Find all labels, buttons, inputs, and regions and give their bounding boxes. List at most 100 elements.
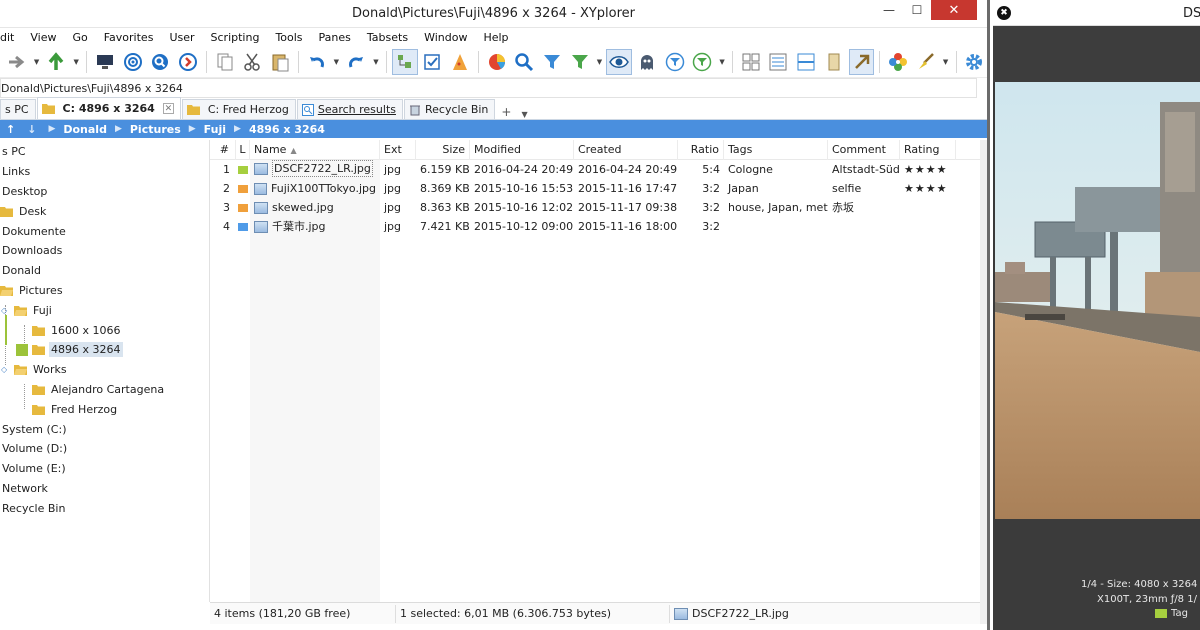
- column-header-rating[interactable]: Rating: [900, 139, 956, 160]
- circle-green-filter-icon[interactable]: [689, 49, 715, 75]
- tree-item-fuji[interactable]: ◇ Fuji: [0, 300, 209, 320]
- folder-tree[interactable]: s PC Links Desktop Desk Dokumente Downlo…: [0, 140, 210, 602]
- computer-icon[interactable]: [92, 49, 118, 75]
- tree-item-downloads[interactable]: Downloads: [0, 241, 209, 261]
- tree-item-links[interactable]: Links: [0, 162, 209, 182]
- tree-item-desktop[interactable]: Desktop: [0, 182, 209, 202]
- filter-icon[interactable]: [539, 49, 565, 75]
- column-header-comment[interactable]: Comment: [828, 139, 900, 160]
- preview-image[interactable]: [995, 82, 1200, 519]
- copy-icon[interactable]: [212, 49, 238, 75]
- minimize-button[interactable]: —: [875, 0, 903, 20]
- add-tab-button[interactable]: +: [496, 105, 516, 119]
- breadcrumb-segment[interactable]: Pictures: [128, 123, 183, 136]
- breadcrumb-segment[interactable]: 4896 x 3264: [247, 123, 327, 136]
- broom-dropdown-icon[interactable]: ▼: [941, 49, 951, 75]
- menu-help[interactable]: Help: [475, 31, 516, 44]
- menu-user[interactable]: User: [161, 31, 202, 44]
- eye-icon[interactable]: [606, 48, 633, 75]
- menu-scripting[interactable]: Scripting: [203, 31, 268, 44]
- tree-item-4896x3264[interactable]: 4896 x 3264: [0, 340, 209, 360]
- column-header-ext[interactable]: Ext: [380, 139, 416, 160]
- go-icon[interactable]: [175, 49, 201, 75]
- file-name[interactable]: skewed.jpg: [272, 198, 334, 217]
- details-view-icon[interactable]: [766, 49, 792, 75]
- breadcrumb-segment[interactable]: Donald: [61, 123, 109, 136]
- filter-dropdown-icon[interactable]: ▼: [595, 49, 605, 75]
- menu-tools[interactable]: Tools: [267, 31, 310, 44]
- dual-pane-icon[interactable]: [793, 49, 819, 75]
- target-icon[interactable]: [120, 49, 146, 75]
- table-row[interactable]: 4 千葉市.jpg jpg 7.421 KB 2015-10-12 09:00:36 20…: [210, 217, 980, 236]
- up-arrow-icon[interactable]: [44, 49, 70, 75]
- circle-filter-dropdown-icon[interactable]: ▼: [717, 49, 727, 75]
- tab-recycle-bin[interactable]: Recycle Bin: [403, 99, 496, 119]
- breadcrumb-chevron-icon[interactable]: ▶: [109, 124, 128, 134]
- column-header-index[interactable]: #: [210, 139, 236, 160]
- tab-search-results[interactable]: Search results: [296, 99, 403, 119]
- table-row[interactable]: 1 DSCF2722_LR.jpg jpg 6.159 KB 2016-04-24 20…: [210, 160, 980, 179]
- column-header-size[interactable]: Size: [416, 139, 470, 160]
- address-bar[interactable]: Donald\Pictures\Fuji\4896 x 3264: [0, 78, 977, 98]
- tree-item-dokumente[interactable]: Dokumente: [0, 221, 209, 241]
- close-button[interactable]: ✕: [931, 0, 977, 20]
- menu-favorites[interactable]: Favorites: [96, 31, 162, 44]
- gear-icon[interactable]: [962, 49, 987, 75]
- tree-item-desk[interactable]: Desk: [0, 201, 209, 221]
- tree-toggle-icon[interactable]: [391, 48, 418, 75]
- highlight-icon[interactable]: [447, 49, 473, 75]
- tree-item-system-c[interactable]: System (C:): [0, 419, 209, 439]
- up-arrow-icon[interactable]: ↑: [0, 123, 21, 136]
- menu-panes[interactable]: Panes: [311, 31, 359, 44]
- tree-item-fred-herzog[interactable]: Fred Herzog: [0, 399, 209, 419]
- column-header-created[interactable]: Created: [574, 139, 678, 160]
- tree-item-volume-d[interactable]: Volume (D:): [0, 439, 209, 459]
- file-name[interactable]: 千葉市.jpg: [272, 217, 326, 236]
- table-row[interactable]: 3 skewed.jpg jpg 8.363 KB 2015-10-16 12:02:4…: [210, 198, 980, 217]
- column-header-modified[interactable]: Modified: [470, 139, 574, 160]
- paste-icon[interactable]: [267, 49, 293, 75]
- find-icon[interactable]: [147, 49, 173, 75]
- tree-item-this-pc[interactable]: s PC: [0, 142, 209, 162]
- preview-pane-icon[interactable]: [821, 49, 847, 75]
- breadcrumb-chevron-icon[interactable]: ▶: [183, 124, 202, 134]
- file-name[interactable]: DSCF2722_LR.jpg: [272, 160, 373, 177]
- checkbox-icon[interactable]: [420, 49, 446, 75]
- hand-icon[interactable]: [848, 48, 875, 75]
- tree-item-volume-e[interactable]: Volume (E:): [0, 459, 209, 479]
- menu-edit[interactable]: dit: [0, 31, 22, 44]
- undo-dropdown-icon[interactable]: ▼: [331, 49, 341, 75]
- tree-item-recycle-bin[interactable]: Recycle Bin: [0, 498, 209, 518]
- search-icon[interactable]: [512, 49, 538, 75]
- close-tab-icon[interactable]: ✕: [162, 103, 174, 114]
- menu-tabsets[interactable]: Tabsets: [359, 31, 416, 44]
- tree-item-1600x1066[interactable]: 1600 x 1066: [0, 320, 209, 340]
- column-header-label[interactable]: L: [236, 139, 250, 160]
- breadcrumb-chevron-icon[interactable]: ▶: [42, 124, 61, 134]
- tab-fred-herzog[interactable]: C: Fred Herzog: [181, 99, 296, 119]
- forward-dropdown-icon[interactable]: ▼: [32, 49, 42, 75]
- undo-icon[interactable]: [304, 49, 330, 75]
- menu-go[interactable]: Go: [64, 31, 95, 44]
- column-header-tags[interactable]: Tags: [724, 139, 828, 160]
- thumbnails-icon[interactable]: [738, 49, 764, 75]
- collapse-icon[interactable]: ◇: [1, 365, 7, 374]
- color-filter-icon[interactable]: [484, 49, 510, 75]
- menu-window[interactable]: Window: [416, 31, 475, 44]
- file-list[interactable]: # L Name ▲ Ext Size Modified Created Rati…: [210, 139, 980, 602]
- column-header-ratio[interactable]: Ratio: [678, 139, 724, 160]
- menu-view[interactable]: View: [22, 31, 64, 44]
- file-name[interactable]: FujiX100TTokyo.jpg: [271, 179, 376, 198]
- down-arrow-icon[interactable]: ↓: [21, 123, 42, 136]
- ghost-icon[interactable]: [634, 49, 660, 75]
- broom-icon[interactable]: [913, 49, 939, 75]
- cut-icon[interactable]: [239, 49, 265, 75]
- redo-dropdown-icon[interactable]: ▼: [371, 49, 381, 75]
- tree-item-network[interactable]: Network: [0, 479, 209, 499]
- vertical-scrollbar[interactable]: [980, 140, 987, 624]
- preview-title-bar[interactable]: ✖ DS: [993, 0, 1200, 26]
- breadcrumb-chevron-icon[interactable]: ▶: [228, 124, 247, 134]
- tab-this-pc[interactable]: s PC: [0, 99, 36, 119]
- column-header-name[interactable]: Name ▲: [250, 139, 380, 160]
- collapse-icon[interactable]: ◇: [1, 306, 7, 315]
